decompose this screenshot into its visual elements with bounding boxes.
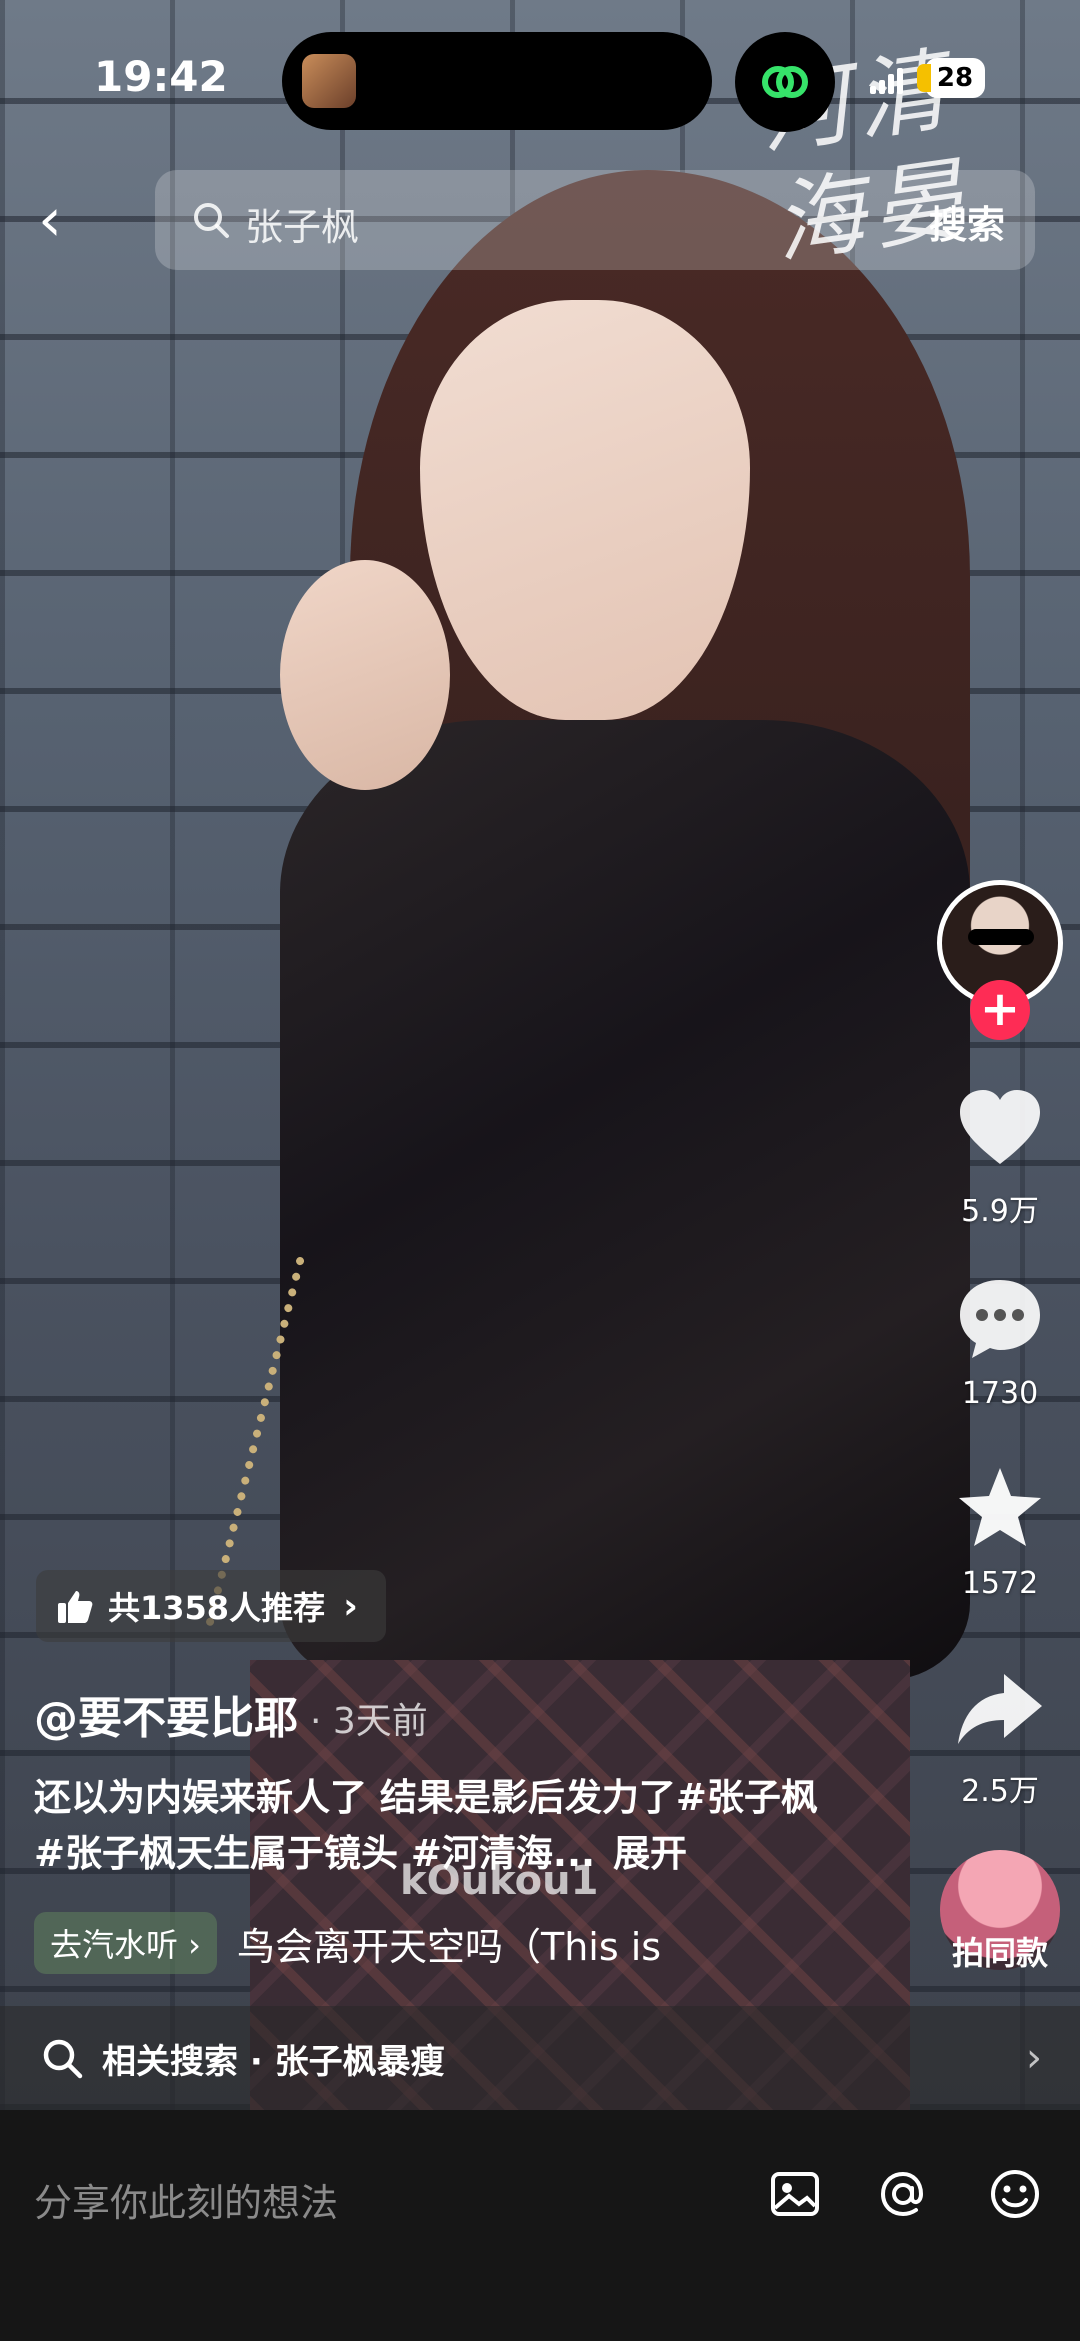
dynamic-island[interactable] xyxy=(282,32,712,130)
star-icon[interactable] xyxy=(952,1460,1048,1556)
share-arrow-icon[interactable] xyxy=(952,1660,1048,1756)
comment-group[interactable]: 1730 xyxy=(935,1270,1065,1411)
music-title[interactable]: 鸟会离开天空吗（This is xyxy=(237,1916,687,1971)
favorite-count: 1572 xyxy=(961,1566,1039,1601)
sunglasses-graphic xyxy=(968,929,1034,945)
battery-icon: 28 xyxy=(917,58,985,98)
related-search-text: 相关搜索 · 张子枫暴瘦 xyxy=(102,2041,445,2082)
comment-count: 1730 xyxy=(961,1376,1039,1411)
share-count: 2.5万 xyxy=(961,1774,1039,1809)
search-input[interactable]: 张子枫 搜索 xyxy=(155,170,1035,270)
like-group[interactable]: 5.9万 xyxy=(935,1080,1065,1230)
image-icon[interactable] xyxy=(765,2164,825,2224)
search-icon xyxy=(43,2039,83,2079)
music-app-tag[interactable]: 去汽水听 › xyxy=(34,1912,217,1974)
watermark: kOukou1 xyxy=(400,1858,599,1904)
chevron-right-icon: › xyxy=(1026,2035,1042,2081)
chevron-right-icon: › xyxy=(343,1585,358,1627)
share-group[interactable]: 2.5万 xyxy=(935,1660,1065,1810)
comment-bubble-icon[interactable] xyxy=(952,1270,1048,1366)
status-time: 19:42 xyxy=(94,52,228,101)
favorite-group[interactable]: 1572 xyxy=(935,1460,1065,1601)
heart-icon[interactable] xyxy=(952,1080,1048,1176)
same-style-label[interactable]: 拍同款 xyxy=(935,1928,1065,1974)
recommend-pill[interactable]: 共1358人推荐 › xyxy=(36,1570,386,1642)
video-subject-jacket xyxy=(280,720,970,1680)
signal-icon xyxy=(870,68,904,94)
recommend-text: 共1358人推荐 xyxy=(108,1589,326,1627)
like-count: 5.9万 xyxy=(961,1194,1039,1229)
island-app-thumbnail xyxy=(302,54,356,108)
thumbs-up-icon xyxy=(58,1591,93,1623)
link-icon[interactable] xyxy=(735,32,835,132)
music-row[interactable]: 去汽水听 › 鸟会离开天空吗（This is xyxy=(34,1912,687,1974)
video-subject-face xyxy=(420,300,750,720)
video-subject-hand xyxy=(280,560,450,790)
comment-input-bar: 分享你此刻的想法 xyxy=(0,2110,1080,2341)
search-icon xyxy=(194,203,229,238)
expand-link[interactable]: 展开 xyxy=(613,1832,687,1875)
related-search-bar[interactable]: 相关搜索 · 张子枫暴瘦 › xyxy=(0,2006,1080,2110)
back-chevron-icon[interactable]: ‹ xyxy=(38,190,88,250)
search-query: 张子枫 xyxy=(245,205,360,249)
follow-plus-button[interactable]: + xyxy=(970,980,1030,1040)
search-button[interactable]: 搜索 xyxy=(929,194,1005,249)
post-time: · 3天前 xyxy=(310,1701,428,1742)
author-name[interactable]: @要不要比耶 xyxy=(34,1682,298,1746)
comment-input[interactable]: 分享你此刻的想法 xyxy=(34,2172,338,2227)
mention-at-icon[interactable] xyxy=(873,2164,933,2224)
emoji-icon[interactable] xyxy=(985,2164,1045,2224)
